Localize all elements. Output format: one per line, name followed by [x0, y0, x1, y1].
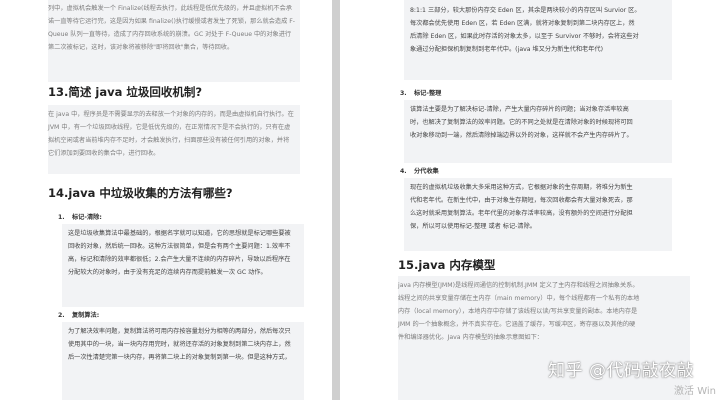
list-item-body: 该算法主要是为了解决标记-清除，产生大量内存碎片的问题；当对象存活率较高 时，也…: [404, 100, 672, 163]
text-line: 收对象移动到一端，然后清除掉端边界以外的对象，这样就不会产生内存碎片了。: [410, 132, 633, 139]
text-line: 内存（local memory），本地内存中存储了该线程以读/写共享变量的副本。…: [398, 308, 638, 315]
text-line: 诺一直等待它运行完，这是因为如果 finalize()执行缓慢或者发生了死锁，那…: [48, 18, 296, 25]
text-line: 8:1:1 三部分，较大那份内存交 Eden 区，其余是两块较小的内存区叫 Su…: [410, 7, 641, 14]
text-line: JMM 的一个抽象概念，并不真实存在。它涵盖了缓存，写缓冲区，寄存器以及其他的硬: [398, 321, 636, 328]
text-line: 列中，虚拟机会触发一个 Finalize(线程去执行，此线程是低优先级的，并且虚…: [48, 5, 292, 12]
section-13-heading: 13.简述 java 垃圾回收机制?: [48, 85, 203, 99]
text-line: 分配较大的对象时，由于没有充足的连续内存而提前触发一次 GC 动作。: [68, 269, 267, 276]
continued-paragraph: 8:1:1 三部分，较大那份内存交 Eden 区，其余是两块较小的内存区叫 Su…: [404, 0, 672, 80]
section-14-heading: 14.java 中垃圾收集的方法有哪些?: [48, 186, 233, 200]
text-line: 高，标记和清除的效率都很低；2.会产生大量不连续的内存碎片，导致以后程序在: [68, 256, 291, 263]
list-item-body: 现在的虚拟机垃圾收集大多采用这种方式，它根据对象的生存周期，将堆分为新生 代和老…: [404, 178, 672, 251]
section-15-heading: 15.java 内存模型: [398, 258, 496, 272]
text-line: 每次都会优先使用 Eden 区，若 Eden 区满，就将对象复制到第二块内存区上…: [410, 20, 635, 27]
document-page-right: 8:1:1 三部分，较大那份内存交 Eden 区，其余是两块较小的内存区叫 Su…: [340, 0, 720, 400]
list-item-title: 3. 标记-整理: [400, 90, 442, 97]
text-line: 为了解决效率问题，复制算法将可用内存按容量划分为相等的两部分，然后每次只: [68, 328, 291, 335]
text-line: 这是垃圾收集算法中最基础的，根据名字就可以知道，它的思想就是标记哪些要被: [68, 230, 291, 237]
text-line: 代和老年代。在新生代中，由于对象生存期短，每次回收都会有大量对象死去，那: [410, 197, 633, 204]
list-item-body: 这是垃圾收集算法中最基础的，根据名字就可以知道，它的思想就是标记哪些要被 回收的…: [62, 224, 304, 307]
text-line: 线程之间的共享变量存储在主内存（main memory）中，每个线程都有一个私有…: [398, 295, 640, 302]
text-line: 保，所以可以使用标记-整理 或者 标记-清除。: [410, 223, 536, 230]
list-item-title: 2. 复制算法:: [58, 312, 100, 319]
text-line: 现在的虚拟机垃圾收集大多采用这种方式，它根据对象的生存周期，将堆分为新生: [410, 184, 633, 191]
zhihu-watermark: 知乎 @代码敲夜敲: [548, 361, 694, 381]
section-15-paragraph: java 内存模型(JMM)是线程间通信的控制机制.JMM 定义了主内存和线程之…: [398, 276, 690, 400]
text-line: 在 java 中，程序员是不需要显示的去释放一个对象的内存的，而是由虚拟机自行执…: [48, 111, 294, 118]
text-line: 后一次性清楚完第一块内存，再将第二块上的对象复制到第一块。但是这种方式，: [68, 354, 291, 361]
intro-paragraph: 列中，虚拟机会触发一个 Finalize(线程去执行，此线程是低优先级的，并且虚…: [48, 0, 300, 82]
list-item-title: 4. 分代收集: [400, 168, 439, 175]
text-line: java 内存模型(JMM)是线程间通信的控制机制.JMM 定义了主内存和线程之…: [398, 282, 639, 289]
text-line: 使用其中的一块，当一块内存用完时，就将还存活的对象复制到第二块内存上，然: [68, 341, 291, 348]
text-line: 第二次被标记，这时，该对象将被移除"即将回收"集合，等待回收。: [48, 44, 234, 51]
section-13-paragraph: 在 java 中，程序员是不需要显示的去释放一个对象的内存的，而是由虚拟机自行执…: [48, 105, 300, 174]
text-line: 么这时就采用复制算法。老年代里的对象存活率较高，没有额外的空间进行分配担: [410, 210, 633, 217]
page-gutter: [332, 0, 340, 400]
text-line: 该算法主要是为了解决标记-清除，产生大量内存碎片的问题；当对象存活率较高: [410, 106, 629, 113]
text-line: 件和编译器优化。Java 内存模型的抽象示意图如下：: [398, 334, 543, 341]
list-item-title: 1. 标记-清除:: [58, 214, 102, 221]
list-item-body: 为了解决效率问题，复制算法将可用内存按容量划分为相等的两部分，然后每次只 使用其…: [62, 322, 304, 400]
windows-activation-text: 激活 Win: [674, 386, 716, 397]
document-page-left: 列中，虚拟机会触发一个 Finalize(线程去执行，此线程是低优先级的，并且虚…: [0, 0, 332, 400]
text-line: JVM 中，有一个垃圾回收线程，它是低优先级的，在正常情况下是不会执行的，只有在…: [48, 124, 291, 131]
text-line: 拟机空闲或者当前堆内存不足时，才会触发执行，扫面那些没有被任何引用的对象，并将: [48, 137, 290, 144]
text-line: 象通过分配担保机制复制到老年代中。(java 堆又分为新生代和老年代): [410, 46, 604, 53]
text-line: 后清除 Eden 区，如果此时存活的对象太多，以至于 Survivor 不够时，…: [410, 33, 639, 40]
text-line: Queue 队列一直等待，造成了内存回收系统的崩溃。GC 对处于 F-Queue…: [48, 31, 292, 38]
text-line: 回收的对象，然后统一回收。这种方法很简单，但是会有两个主要问题：1.效率不: [68, 243, 291, 250]
text-line: 它们添加到要回收的集合中，进行回收。: [48, 150, 160, 157]
text-line: 时，也解决了复制算法的效率问题。它的不同之处就是在清除对象的时候现将可回: [410, 119, 633, 126]
